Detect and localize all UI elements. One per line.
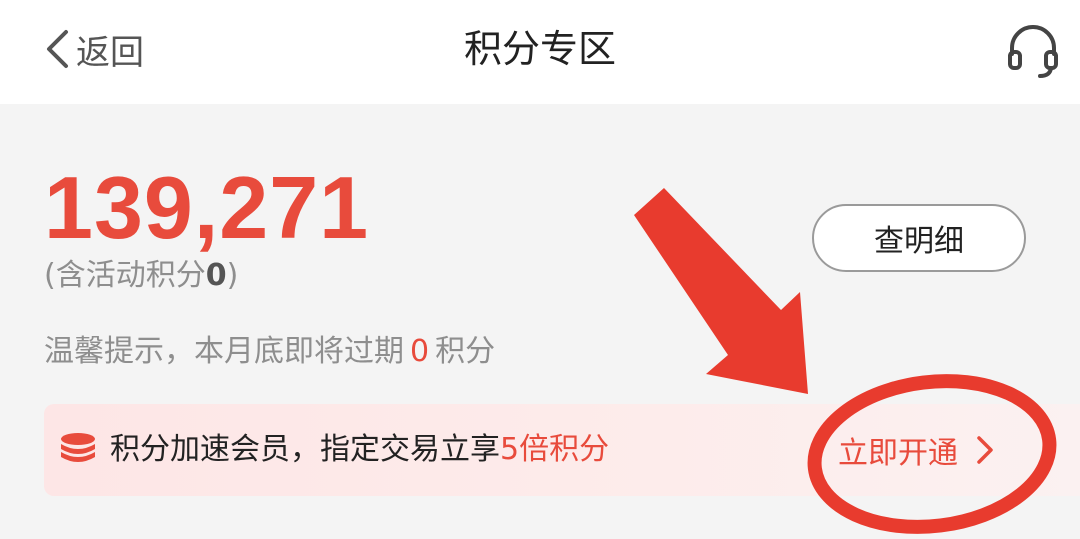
- activity-suffix: ): [226, 258, 239, 293]
- expire-value: 0: [410, 334, 430, 369]
- points-section: 139,271 (含活动积分0) 查明细 温馨提示，本月底即将过期 0 积分 积分加…: [0, 104, 1080, 539]
- view-details-button[interactable]: 查明细: [812, 204, 1026, 272]
- page-title: 积分专区: [463, 27, 616, 71]
- banner-main-text: 积分加速会员，指定交易立享: [110, 432, 500, 467]
- activity-prefix: (含活动积分: [44, 258, 206, 293]
- activity-value: 0: [205, 258, 227, 293]
- headset-icon: [1008, 25, 1058, 78]
- activate-label: 立即开通: [838, 436, 958, 471]
- coin-stack-icon: [61, 433, 95, 462]
- membership-banner[interactable]: 积分加速会员，指定交易立享5倍积分 立即开通: [44, 404, 1080, 496]
- activate-now-button[interactable]: 立即开通: [838, 404, 994, 496]
- points-total: 139,271: [44, 158, 370, 257]
- header-bar: 返回 积分专区: [0, 0, 1080, 104]
- tip-prefix: 温馨提示，本月底即将过期: [44, 334, 404, 369]
- expiry-tip: 温馨提示，本月底即将过期 0 积分: [44, 330, 495, 374]
- banner-highlight: 5倍积分: [500, 432, 610, 467]
- banner-text: 积分加速会员，指定交易立享5倍积分: [110, 404, 609, 496]
- tip-suffix: 积分: [435, 334, 496, 369]
- chevron-right-icon: [977, 436, 993, 464]
- activity-points: (含活动积分0): [44, 254, 238, 298]
- customer-service-button[interactable]: [1004, 22, 1062, 80]
